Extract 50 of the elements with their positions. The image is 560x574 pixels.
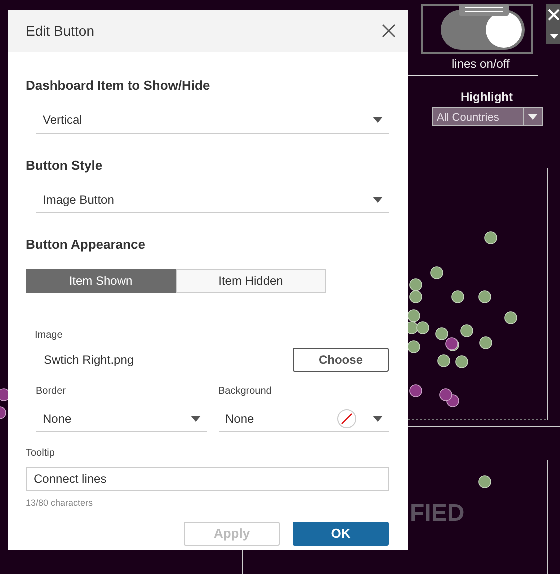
- tooltip-field[interactable]: Connect lines: [26, 466, 389, 490]
- data-point: [408, 310, 420, 322]
- ok-button[interactable]: OK: [293, 522, 389, 546]
- data-point: [410, 278, 422, 292]
- data-point: [456, 356, 468, 368]
- data-point: [478, 290, 492, 304]
- highlight-label: Highlight: [461, 89, 513, 106]
- data-point: [480, 336, 492, 350]
- field-label: Tooltip: [26, 446, 56, 460]
- dialog-title: Edit Button: [26, 22, 94, 40]
- data-point: [478, 476, 492, 488]
- dropdown-caret-icon: [373, 196, 383, 202]
- divider-line: [242, 550, 244, 574]
- toggle-switch[interactable]: [421, 4, 533, 54]
- data-point: [430, 266, 444, 280]
- data-point: [440, 388, 452, 402]
- no-color-swatch-icon[interactable]: [337, 409, 357, 429]
- data-point: [410, 384, 422, 398]
- data-point: [504, 312, 518, 324]
- dropdown-caret-icon: [190, 416, 200, 422]
- section-heading: Button Appearance: [26, 236, 146, 254]
- segment-tab[interactable]: Item Shown: [26, 268, 176, 292]
- close-button[interactable]: [546, 4, 560, 44]
- field-label: Image: [35, 328, 64, 342]
- data-point: [408, 340, 420, 354]
- highlight-dropdown[interactable]: All Countries: [432, 107, 543, 126]
- data-point: [452, 290, 464, 304]
- choose-button[interactable]: Choose: [293, 348, 389, 372]
- data-point: [438, 354, 450, 368]
- close-icon[interactable]: [382, 24, 396, 38]
- data-point: [436, 328, 448, 340]
- section-heading: Button Style: [26, 156, 104, 175]
- data-point: [0, 406, 6, 420]
- section-heading: Dashboard Item to Show/Hide: [26, 77, 212, 95]
- character-count: 13/80 characters: [26, 496, 94, 510]
- quadrant-label: FIED: [410, 502, 465, 526]
- segment-tab[interactable]: Item Hidden: [176, 268, 326, 292]
- toggle-label: lines on/off: [452, 56, 510, 73]
- dropdown-caret-icon: [373, 117, 383, 123]
- dropdown-caret-icon: [373, 416, 383, 422]
- dropdown-caret-icon: [528, 114, 538, 120]
- data-point: [460, 324, 474, 338]
- file-name: Swtich Right.png: [44, 352, 134, 368]
- data-point: [0, 388, 10, 402]
- field-label: Border: [36, 384, 68, 398]
- field-label: Background: [218, 384, 273, 398]
- data-point: [410, 290, 422, 304]
- data-point: [416, 322, 430, 334]
- dropdown-field[interactable]: None: [218, 408, 389, 432]
- data-point: [484, 232, 498, 244]
